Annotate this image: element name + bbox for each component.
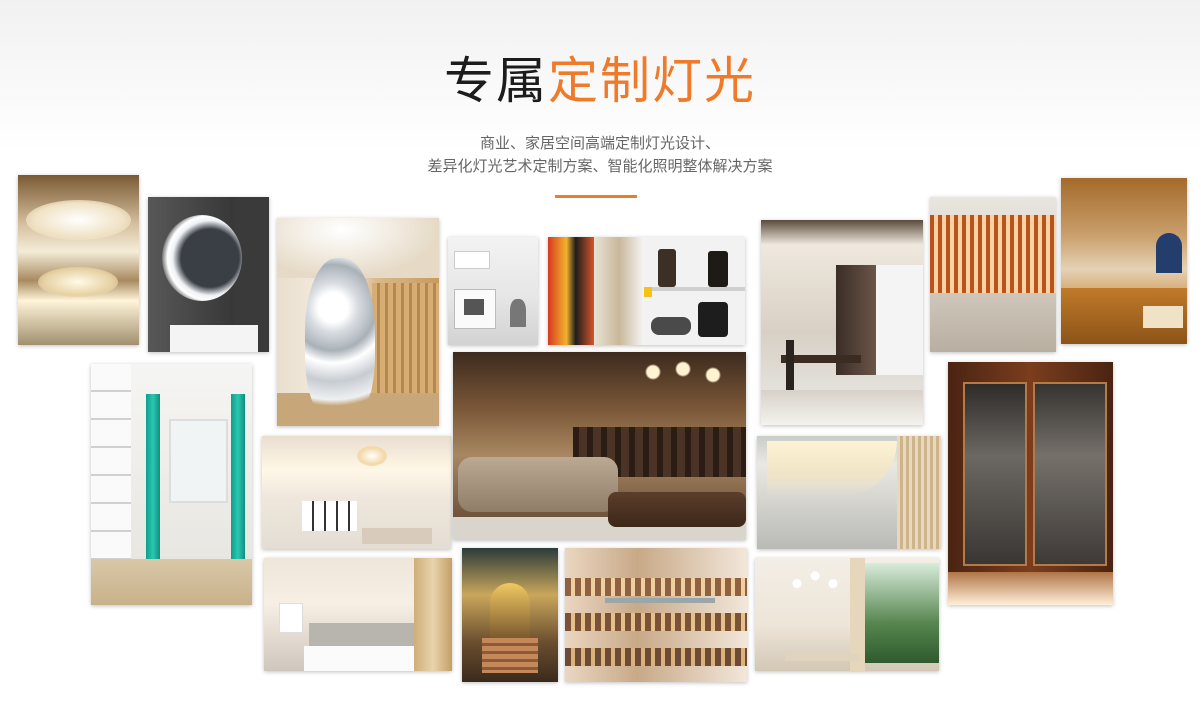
photo-arched-wood-room [1061,178,1187,344]
photo-lounge-bar [453,352,746,540]
photo-living-room-ceiling [262,436,451,549]
photo-glass-walk-in-closet [948,362,1113,605]
page-title: 专属定制灯光 [0,48,1200,114]
title-divider [555,195,637,198]
photo-clothes-and-shoe-cabinet [548,237,745,345]
photo-hotel-bedroom [264,558,452,671]
photo-lit-wall-cove [757,436,941,549]
photo-slat-wave-wall [930,197,1056,352]
subtitle-line-1: 商业、家居空间高端定制灯光设计、 [479,134,720,152]
title-accent: 定制灯光 [548,52,756,110]
photo-crystal-light-art [277,218,439,426]
title-plain: 专属 [444,52,548,110]
subtitle: 商业、家居空间高端定制灯光设计、 差异化灯光艺术定制方案、智能化照明整体解决方案 [0,132,1200,178]
subtitle-line-2: 差异化灯光艺术定制方案、智能化照明整体解决方案 [427,157,773,175]
photo-teal-curtain-wardrobe [91,364,252,605]
photo-dining-room-wine-wall [761,220,923,425]
photo-kitchen-undercabinet [448,237,538,345]
photo-ornate-hall [462,548,558,682]
photo-sunroom-dining [755,558,939,671]
photo-library-atrium [565,548,747,682]
photo-ceiling-chandelier [18,175,139,345]
photo-round-backlit-mirror [148,197,269,352]
